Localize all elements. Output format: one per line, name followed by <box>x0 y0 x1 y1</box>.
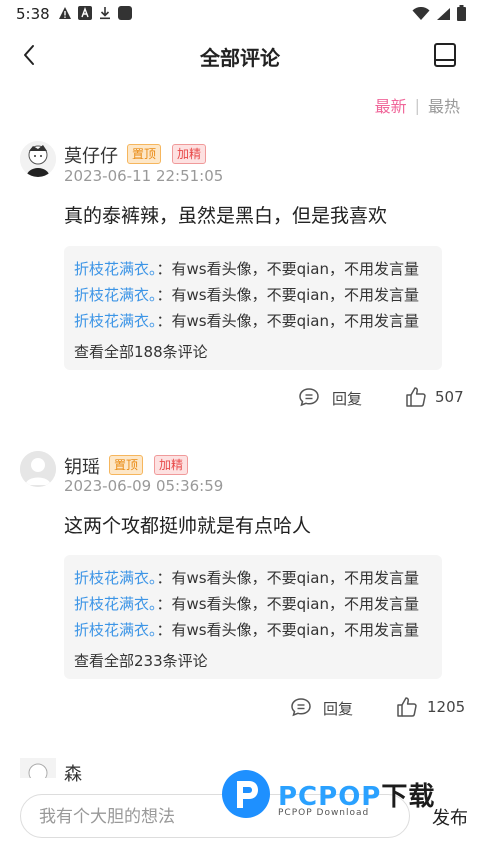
watermark-subtitle: PCPOP Download <box>278 808 370 818</box>
reply-author[interactable]: 折枝花满衣。 <box>74 569 157 587</box>
sort-newest-tab[interactable]: 最新 <box>375 93 407 117</box>
status-system-icons <box>412 5 466 25</box>
username[interactable]: 钥瑶 <box>64 453 100 479</box>
comment-text: 这两个攻都挺帅就是有点哈人 <box>64 515 312 537</box>
reply-text: ：有ws看头像，不要qian，不用发言量 <box>156 621 419 639</box>
thumbs-up-icon[interactable] <box>405 386 427 412</box>
reply-text: ：有ws看头像，不要qian，不用发言量 <box>156 312 419 330</box>
download-icon <box>98 6 112 20</box>
reply-author[interactable]: 折枝花满衣。 <box>74 260 157 278</box>
wifi-icon <box>412 6 430 25</box>
reply-line: 折枝花满衣。：有ws看头像，不要qian，不用发言量 <box>74 258 419 279</box>
featured-badge: 加精 <box>154 455 189 475</box>
pinned-badge: 置顶 <box>127 144 162 164</box>
pinned-badge: 置顶 <box>109 455 144 475</box>
comment-timestamp: 2023-06-11 22:51:05 <box>64 167 224 185</box>
watermark: PCPOP下载 PCPOP Download <box>220 764 470 824</box>
reply-text: ：有ws看头像，不要qian，不用发言量 <box>156 569 419 587</box>
comment-text: 真的泰裤辣，虽然是黑白，但是我喜欢 <box>64 205 388 227</box>
reply-text: ：有ws看头像，不要qian，不用发言量 <box>156 260 419 278</box>
username[interactable]: 莫仔仔 <box>64 142 118 168</box>
thumbs-up-icon[interactable] <box>396 696 418 722</box>
reply-icon[interactable] <box>290 697 312 721</box>
reply-icon[interactable] <box>298 387 320 411</box>
reply-line: 折枝花满衣。：有ws看头像，不要qian，不用发言量 <box>74 310 419 331</box>
comment-timestamp: 2023-06-09 05:36:59 <box>64 477 224 495</box>
book-icon[interactable] <box>432 42 458 68</box>
app-a-icon <box>78 6 92 20</box>
reply-author[interactable]: 折枝花满衣。 <box>74 312 157 330</box>
reply-text: ：有ws看头像，不要qian，不用发言量 <box>156 595 419 613</box>
avatar[interactable] <box>20 758 56 778</box>
status-bar: 5:38 <box>0 0 480 28</box>
signal-icon <box>436 6 451 25</box>
reply-author[interactable]: 折枝花满衣。 <box>74 621 157 639</box>
avatar[interactable] <box>20 141 56 177</box>
like-count: 507 <box>435 388 464 406</box>
avatar[interactable] <box>20 451 56 487</box>
app-square-icon <box>118 6 132 20</box>
reply-button[interactable]: 回复 <box>323 698 353 719</box>
warning-icon <box>58 6 72 20</box>
battery-icon <box>457 5 466 25</box>
sort-hottest-tab[interactable]: 最热 <box>428 93 460 117</box>
view-all-replies-link[interactable]: 查看全部233条评论 <box>74 650 208 671</box>
reply-preview-box[interactable]: 折枝花满衣。：有ws看头像，不要qian，不用发言量 折枝花满衣。：有ws看头像… <box>64 555 442 679</box>
like-count: 1205 <box>427 698 466 716</box>
status-time: 5:38 <box>16 5 50 23</box>
reply-line: 折枝花满衣。：有ws看头像，不要qian，不用发言量 <box>74 593 419 614</box>
reply-author[interactable]: 折枝花满衣。 <box>74 286 157 304</box>
reply-preview-box[interactable]: 折枝花满衣。：有ws看头像，不要qian，不用发言量 折枝花满衣。：有ws看头像… <box>64 246 442 370</box>
reply-button[interactable]: 回复 <box>332 388 362 409</box>
reply-author[interactable]: 折枝花满衣。 <box>74 595 157 613</box>
sort-toggle: 最新 | 最热 <box>375 93 460 117</box>
featured-badge: 加精 <box>172 144 207 164</box>
status-notification-icons <box>58 6 132 20</box>
reply-text: ：有ws看头像，不要qian，不用发言量 <box>156 286 419 304</box>
pcpop-logo-icon <box>220 768 272 824</box>
reply-line: 折枝花满衣。：有ws看头像，不要qian，不用发言量 <box>74 619 419 640</box>
reply-line: 折枝花满衣。：有ws看头像，不要qian，不用发言量 <box>74 284 419 305</box>
sort-divider: | <box>414 95 420 115</box>
reply-line: 折枝花满衣。：有ws看头像，不要qian，不用发言量 <box>74 567 419 588</box>
page-title: 全部评论 <box>200 46 280 70</box>
top-nav-bar: 全部评论 <box>0 28 480 82</box>
view-all-replies-link[interactable]: 查看全部188条评论 <box>74 341 208 362</box>
